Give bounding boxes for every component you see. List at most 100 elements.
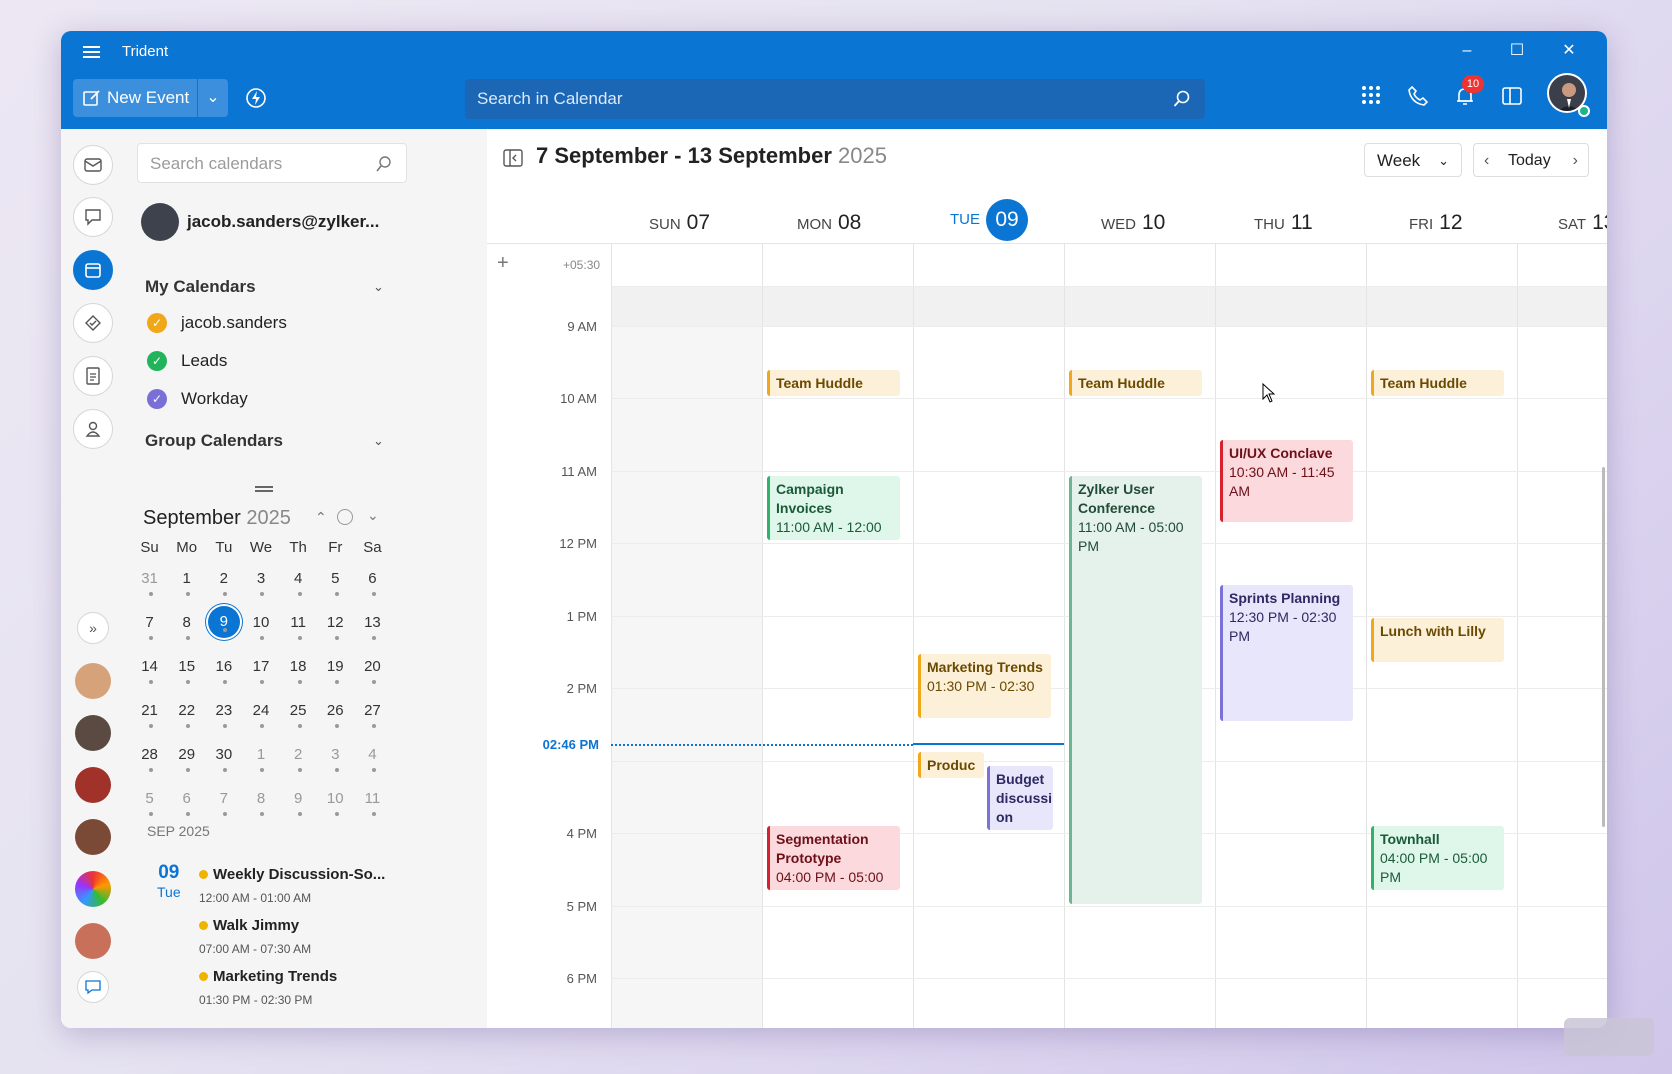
chevron-down-icon[interactable]: ⌄ <box>373 433 384 449</box>
mini-calendar-day[interactable]: 24 <box>242 702 279 728</box>
mini-calendar-day[interactable]: 12 <box>317 614 354 640</box>
event-card[interactable]: Townhall 04:00 PM - 05:00 PM <box>1371 826 1504 890</box>
mini-calendar-day[interactable]: 7 <box>131 614 168 640</box>
mini-calendar-day[interactable]: 30 <box>205 746 242 772</box>
previous-week-icon[interactable]: ‹ <box>1484 144 1489 178</box>
mini-calendar-day[interactable]: 9 <box>280 790 317 816</box>
mini-calendar-day[interactable]: 11 <box>280 614 317 640</box>
mini-calendar-day[interactable]: 20 <box>354 658 391 684</box>
mini-calendar-day[interactable]: 9 <box>205 606 242 638</box>
chat-icon[interactable] <box>73 197 113 237</box>
new-event-button[interactable]: New Event <box>73 79 197 117</box>
day-header-today[interactable]: TUE 09 <box>950 199 1028 241</box>
group-avatar[interactable] <box>75 871 111 907</box>
contact-avatar[interactable] <box>75 819 111 855</box>
day-header[interactable]: SAT 13 <box>1558 211 1607 235</box>
maximize-icon[interactable]: ☐ <box>1505 39 1529 63</box>
event-card[interactable]: Campaign Invoices 11:00 AM - 12:00 <box>767 476 900 540</box>
mini-calendar-day[interactable]: 4 <box>354 746 391 772</box>
current-month-icon[interactable] <box>337 509 353 525</box>
calendar-search-input[interactable]: Search in Calendar <box>465 79 1205 119</box>
calendar-icon[interactable] <box>73 250 113 290</box>
event-card[interactable]: Team Huddle <box>1069 370 1202 396</box>
contact-avatar[interactable] <box>75 663 111 699</box>
agenda-item[interactable]: Walk Jimmy 07:00 AM - 07:30 AM <box>199 917 311 956</box>
day-header[interactable]: MON 08 <box>797 211 861 235</box>
mini-calendar-day[interactable]: 10 <box>317 790 354 816</box>
mail-icon[interactable] <box>73 145 113 185</box>
mini-calendar-day[interactable]: 7 <box>205 790 242 816</box>
chevron-down-icon[interactable]: ⌄ <box>373 279 384 295</box>
day-header[interactable]: WED 10 <box>1101 211 1165 235</box>
account-row[interactable]: jacob.sanders@zylker... <box>141 203 379 241</box>
calendar-item[interactable]: ✓ Workday <box>147 389 248 409</box>
day-header[interactable]: THU 11 <box>1254 211 1313 235</box>
mini-calendar-day[interactable]: 25 <box>280 702 317 728</box>
event-card[interactable]: Lunch with Lilly <box>1371 618 1504 662</box>
agenda-item[interactable]: Weekly Discussion-So... 12:00 AM - 01:00… <box>199 866 385 905</box>
mini-calendar-day[interactable]: 16 <box>205 658 242 684</box>
expand-rail-icon[interactable]: » <box>77 612 109 644</box>
mini-calendar-day[interactable]: 14 <box>131 658 168 684</box>
mini-calendar-day[interactable]: 26 <box>317 702 354 728</box>
agenda-item[interactable]: Marketing Trends 01:30 PM - 02:30 PM <box>199 968 337 1007</box>
event-card[interactable]: Produc <box>918 752 984 778</box>
event-card[interactable]: Team Huddle <box>767 370 900 396</box>
mini-calendar-day[interactable]: 22 <box>168 702 205 728</box>
mini-calendar-day[interactable]: 13 <box>354 614 391 640</box>
quick-actions-icon[interactable] <box>245 87 267 114</box>
mini-calendar-day[interactable]: 31 <box>131 570 168 596</box>
notes-icon[interactable] <box>73 356 113 396</box>
chevron-down-icon[interactable]: ⌄ <box>367 507 379 524</box>
group-avatar[interactable] <box>75 923 111 959</box>
event-card[interactable]: Marketing Trends 01:30 PM - 02:30 <box>918 654 1051 718</box>
event-card[interactable]: Segmentation Prototype 04:00 PM - 05:00 <box>767 826 900 890</box>
view-selector[interactable]: Week ⌄ <box>1364 143 1462 177</box>
mini-calendar-day[interactable]: 5 <box>131 790 168 816</box>
tasks-icon[interactable] <box>73 303 113 343</box>
mini-calendar-day[interactable]: 19 <box>317 658 354 684</box>
contact-avatar[interactable] <box>75 767 111 803</box>
mini-calendar-day[interactable]: 10 <box>242 614 279 640</box>
phone-icon[interactable] <box>1407 85 1429 107</box>
resize-handle[interactable] <box>255 486 273 492</box>
event-card[interactable]: UI/UX Conclave 10:30 AM - 11:45 AM <box>1220 440 1353 522</box>
mini-calendar-day[interactable]: 2 <box>205 570 242 596</box>
checkbox-checked-icon[interactable]: ✓ <box>147 389 167 409</box>
apps-grid-icon[interactable] <box>1361 85 1381 105</box>
contacts-icon[interactable] <box>73 409 113 449</box>
mini-calendar-day[interactable]: 6 <box>168 790 205 816</box>
chevron-up-icon[interactable]: ⌃ <box>315 509 327 526</box>
panel-toggle-icon[interactable] <box>1501 85 1523 107</box>
new-event-dropdown[interactable]: ⌄ <box>198 79 228 117</box>
mini-calendar-day[interactable]: 8 <box>168 614 205 640</box>
contact-avatar[interactable] <box>75 715 111 751</box>
calendar-search-field[interactable]: Search calendars <box>137 143 407 183</box>
mini-calendar-day[interactable]: 1 <box>168 570 205 596</box>
feedback-icon[interactable] <box>77 971 109 1003</box>
mini-calendar-day[interactable]: 8 <box>242 790 279 816</box>
mini-calendar-day[interactable]: 23 <box>205 702 242 728</box>
calendar-item[interactable]: ✓ jacob.sanders <box>147 313 287 333</box>
vertical-scrollbar[interactable] <box>1602 467 1605 827</box>
mini-calendar-day[interactable]: 4 <box>280 570 317 596</box>
mini-calendar-day[interactable]: 17 <box>242 658 279 684</box>
day-header[interactable]: SUN 07 <box>649 211 710 235</box>
mini-calendar-day[interactable]: 21 <box>131 702 168 728</box>
checkbox-checked-icon[interactable]: ✓ <box>147 351 167 371</box>
calendar-item[interactable]: ✓ Leads <box>147 351 227 371</box>
day-header[interactable]: FRI 12 <box>1409 211 1463 235</box>
minimize-icon[interactable]: – <box>1455 39 1479 63</box>
today-button[interactable]: Today <box>1508 144 1551 178</box>
mini-calendar-day[interactable]: 27 <box>354 702 391 728</box>
mini-calendar-day[interactable]: 3 <box>317 746 354 772</box>
sidebar-toggle-icon[interactable] <box>503 149 523 167</box>
my-calendars-heading[interactable]: My Calendars <box>145 277 256 297</box>
close-icon[interactable]: ✕ <box>1557 39 1581 63</box>
group-calendars-heading[interactable]: Group Calendars <box>145 431 283 451</box>
mini-calendar-day[interactable]: 1 <box>242 746 279 772</box>
event-card[interactable]: Team Huddle <box>1371 370 1504 396</box>
mini-calendar-day[interactable]: 3 <box>242 570 279 596</box>
mini-calendar-day[interactable]: 15 <box>168 658 205 684</box>
add-all-day-icon[interactable]: + <box>497 252 509 275</box>
